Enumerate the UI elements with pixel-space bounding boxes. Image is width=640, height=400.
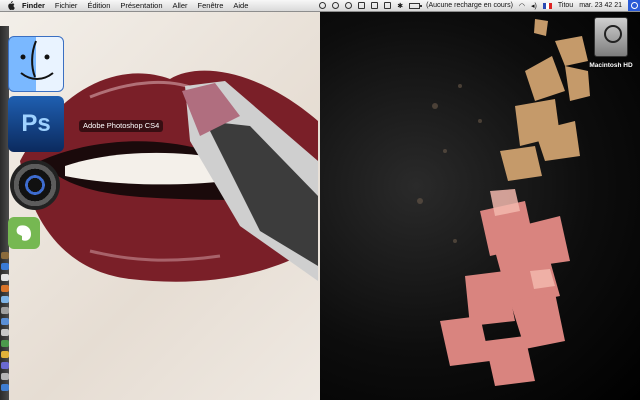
menu-fenetre[interactable]: Fenêtre xyxy=(198,0,224,11)
wallpaper-powder xyxy=(320,11,640,400)
finder-face xyxy=(20,40,54,80)
battery-icon[interactable] xyxy=(409,2,423,9)
sync-icon[interactable] xyxy=(332,2,340,9)
hard-disk-icon[interactable] xyxy=(594,17,628,57)
elephant-icon xyxy=(16,225,31,241)
dock-small-icon-8[interactable] xyxy=(1,329,9,336)
dock-small-icon-3[interactable] xyxy=(1,274,9,281)
dock-small-icon-9[interactable] xyxy=(1,340,9,347)
photoshop-glyph: Ps xyxy=(21,110,51,137)
apple-icon xyxy=(8,1,15,10)
dock-small-icon-13[interactable] xyxy=(1,384,9,391)
menu-aide[interactable]: Aide xyxy=(233,0,248,11)
dock-small-icon-7[interactable] xyxy=(1,318,9,325)
volume-icon[interactable]: ◂) xyxy=(531,2,537,10)
dock-small-icon-6[interactable] xyxy=(1,307,9,314)
dock-evernote-icon[interactable] xyxy=(8,217,40,249)
battery-status[interactable]: (Aucune recharge en cours) xyxy=(426,2,513,9)
powder-image xyxy=(417,19,590,386)
menu-edition[interactable]: Édition xyxy=(87,0,110,11)
dock-tooltip: Adobe Photoshop CS4 xyxy=(79,120,164,132)
dock-camera-icon[interactable] xyxy=(10,160,60,210)
wifi-icon[interactable]: ◠ xyxy=(519,2,525,10)
menu-bar: Finder Fichier Édition Présentation Alle… xyxy=(0,0,640,12)
bluetooth-icon[interactable]: ✱ xyxy=(397,2,403,10)
status-area: ✱ (Aucune recharge en cours) ◠ ◂) Titou … xyxy=(319,0,640,11)
menu-finder[interactable]: Finder xyxy=(22,0,45,11)
dock-small-icon-5[interactable] xyxy=(1,296,9,303)
input-source-flag-icon[interactable] xyxy=(542,2,552,9)
spotlight-icon xyxy=(630,2,638,9)
dock-small-icon-1[interactable] xyxy=(1,252,9,259)
display-icon[interactable] xyxy=(371,2,379,9)
dock-photoshop-icon[interactable]: Ps xyxy=(8,96,64,152)
audio-icon[interactable] xyxy=(384,2,392,9)
apple-menu[interactable] xyxy=(7,1,15,10)
spotlight-button[interactable] xyxy=(628,0,640,11)
dock-small-icon-2[interactable] xyxy=(1,263,9,270)
disk-label[interactable]: Macintosh HD xyxy=(586,62,636,69)
clock-icon[interactable] xyxy=(345,2,353,9)
dock-small-icon-4[interactable] xyxy=(1,285,9,292)
dock-small-icon-10[interactable] xyxy=(1,351,9,358)
dock-small-icon-11[interactable] xyxy=(1,362,9,369)
clock[interactable]: mar. 23 42 21 xyxy=(579,2,622,9)
dock-small-icon-12[interactable] xyxy=(1,373,9,380)
time-machine-icon[interactable] xyxy=(319,2,327,9)
menu-aller[interactable]: Aller xyxy=(173,0,188,11)
user-name[interactable]: Titou xyxy=(558,2,573,9)
menu-fichier[interactable]: Fichier xyxy=(55,0,78,11)
screen-icon[interactable] xyxy=(358,2,366,9)
menu-presentation[interactable]: Présentation xyxy=(120,0,162,11)
dock-finder-icon[interactable] xyxy=(8,36,64,92)
